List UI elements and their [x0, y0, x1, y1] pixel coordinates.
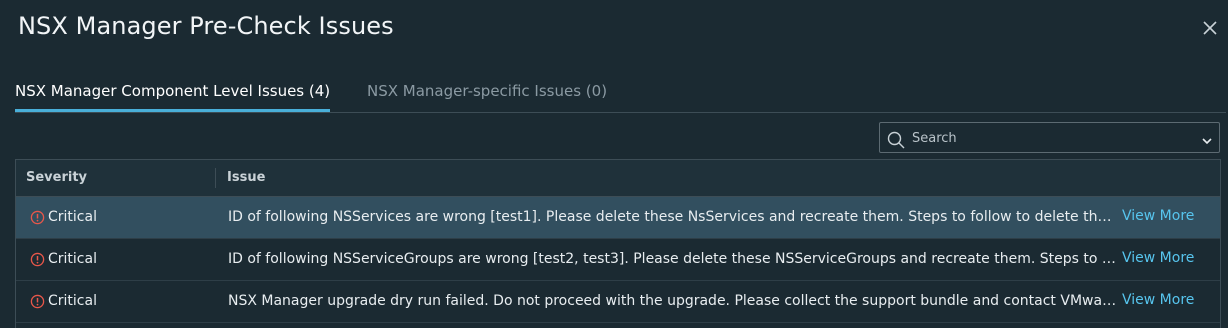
tab-component-level-issues[interactable]: NSX Manager Component Level Issues (4)	[15, 82, 331, 112]
search-input[interactable]	[910, 126, 1194, 150]
table-row[interactable]: Critical ID of following NSServiceGroups…	[16, 239, 1220, 281]
severity-cell: Critical	[30, 209, 97, 225]
issue-text: ID of following NSServiceGroups are wron…	[228, 251, 1118, 267]
table-row[interactable]: Critical ID of following NSServices are …	[16, 197, 1220, 239]
exclamation-circle-icon	[30, 210, 45, 224]
view-more-link[interactable]: View More	[1122, 250, 1194, 266]
issue-text: ID of following NSServices are wrong [te…	[228, 209, 1118, 225]
severity-label: Critical	[48, 209, 97, 225]
column-header-issue[interactable]: Issue	[227, 170, 265, 185]
exclamation-circle-icon	[30, 252, 45, 266]
column-header-severity[interactable]: Severity	[26, 170, 87, 185]
pre-check-issues-dialog: NSX Manager Pre-Check Issues NSX Manager…	[0, 0, 1228, 328]
tab-manager-specific-issues[interactable]: NSX Manager-specific Issues (0)	[367, 82, 607, 112]
issue-text: NSX Manager upgrade dry run failed. Do n…	[228, 293, 1118, 309]
dialog-title: NSX Manager Pre-Check Issues	[18, 12, 394, 40]
severity-cell: Critical	[30, 251, 97, 267]
datagrid-header: Severity Issue	[16, 160, 1220, 197]
issues-datagrid: Severity Issue Critical ID of following …	[15, 159, 1221, 328]
view-more-link[interactable]: View More	[1122, 292, 1194, 308]
severity-cell: Critical	[30, 293, 97, 309]
view-more-link[interactable]: View More	[1122, 208, 1194, 224]
severity-label: Critical	[48, 251, 97, 267]
search-box[interactable]	[879, 122, 1220, 153]
search-icon	[886, 130, 906, 150]
chevron-down-icon[interactable]	[1201, 132, 1213, 145]
exclamation-circle-icon	[30, 294, 45, 308]
close-icon[interactable]	[1200, 18, 1220, 38]
severity-label: Critical	[48, 293, 97, 309]
tab-bar: NSX Manager Component Level Issues (4) N…	[15, 70, 1226, 113]
column-separator[interactable]	[215, 168, 216, 188]
table-row[interactable]: Critical NSX Manager upgrade dry run fai…	[16, 281, 1220, 323]
